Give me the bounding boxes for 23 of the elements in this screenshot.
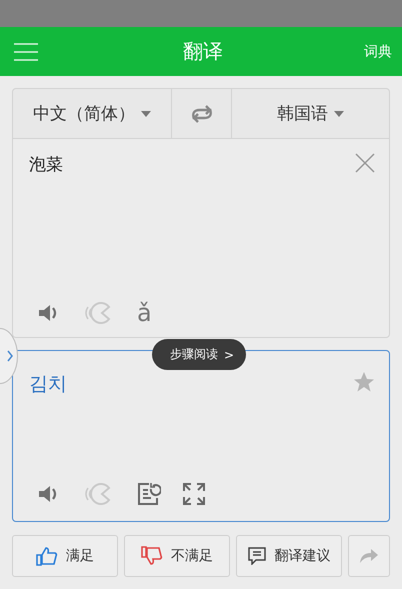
page-title: 翻译 — [183, 38, 223, 65]
target-language-dropdown[interactable]: 韩国语 — [232, 89, 389, 138]
star-icon[interactable] — [353, 371, 375, 393]
dislike-button[interactable]: 不满足 — [124, 535, 230, 577]
source-input[interactable]: 泡菜 ǎ — [12, 139, 390, 338]
fullscreen-icon[interactable] — [183, 483, 205, 505]
close-icon[interactable] — [355, 153, 375, 173]
step-reading-tooltip[interactable]: 步骤阅读 > — [152, 339, 246, 370]
thumbs-down-icon — [141, 546, 164, 566]
source-language-dropdown[interactable]: 中文（简体） — [13, 89, 172, 138]
result-text: 김치 — [29, 372, 67, 397]
pinyin-button[interactable]: ǎ — [137, 299, 152, 327]
like-button[interactable]: 满足 — [12, 535, 118, 577]
suggest-button[interactable]: 翻译建议 — [236, 535, 342, 577]
share-button[interactable] — [348, 535, 390, 577]
document-refresh-icon[interactable] — [137, 482, 161, 506]
source-text: 泡菜 — [29, 154, 63, 177]
menu-icon[interactable] — [14, 42, 38, 62]
thumbs-up-icon — [36, 546, 58, 566]
caret-icon — [141, 110, 151, 116]
comment-icon — [248, 547, 266, 565]
caret-icon — [334, 110, 344, 116]
share-icon — [359, 548, 380, 564]
